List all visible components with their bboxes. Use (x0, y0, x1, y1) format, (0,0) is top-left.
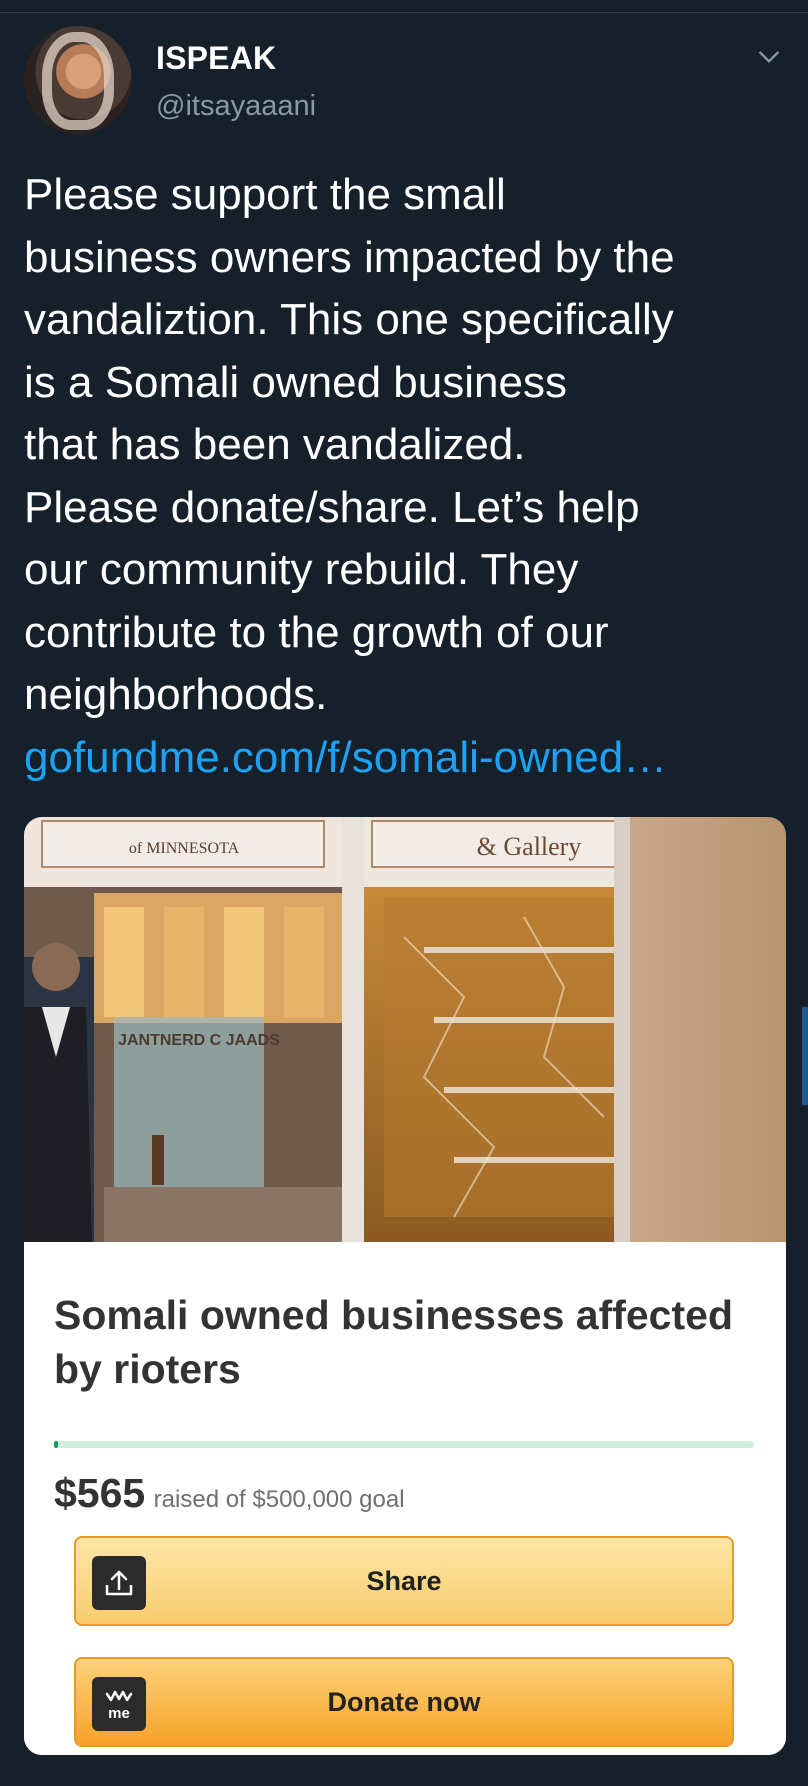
link-preview-card[interactable]: of MINNESOTA & Gallery JANTNERD C JAADS (24, 817, 786, 1755)
tweet-link[interactable]: gofundme.com/f/somali-owned… (24, 733, 667, 782)
tweet-header: ISPEAK @itsayaaani (24, 26, 784, 136)
donate-icon-text: me (108, 1705, 130, 1722)
user-handle[interactable]: @itsayaaani (156, 90, 316, 123)
top-divider (0, 0, 808, 13)
share-icon (92, 1556, 146, 1610)
goal-text: raised of $500,000 goal (153, 1486, 405, 1513)
window-text: JANTNERD C JAADS (118, 1032, 280, 1049)
campaign-title[interactable]: Somali owned businesses affected by riot… (54, 1288, 754, 1396)
donate-label: Donate now (327, 1686, 481, 1717)
raised-amount: $565 (54, 1470, 146, 1516)
share-button[interactable]: Share (74, 1536, 734, 1626)
display-name[interactable]: ISPEAK (156, 40, 276, 77)
storefront-photo: of MINNESOTA & Gallery JANTNERD C JAADS (24, 817, 786, 1242)
progress-fill (54, 1441, 59, 1448)
progress-bar (54, 1441, 754, 1448)
sign-right-text: & Gallery (477, 832, 582, 861)
tweet-text: Please support the small business owners… (24, 164, 789, 789)
gofundme-logo-icon: me (92, 1677, 146, 1731)
raised-summary: $565 raised of $500,000 goal (54, 1470, 405, 1517)
chevron-down-icon[interactable] (756, 44, 782, 70)
tweet-body: Please support the small business owners… (24, 170, 675, 719)
card-body: Somali owned businesses affected by riot… (24, 1242, 786, 1755)
donate-button[interactable]: me Donate now (74, 1657, 734, 1747)
share-label: Share (366, 1565, 442, 1596)
sign-left-text: of MINNESOTA (129, 840, 240, 857)
scrollbar-thumb[interactable] (802, 1007, 808, 1105)
avatar[interactable] (24, 26, 132, 134)
